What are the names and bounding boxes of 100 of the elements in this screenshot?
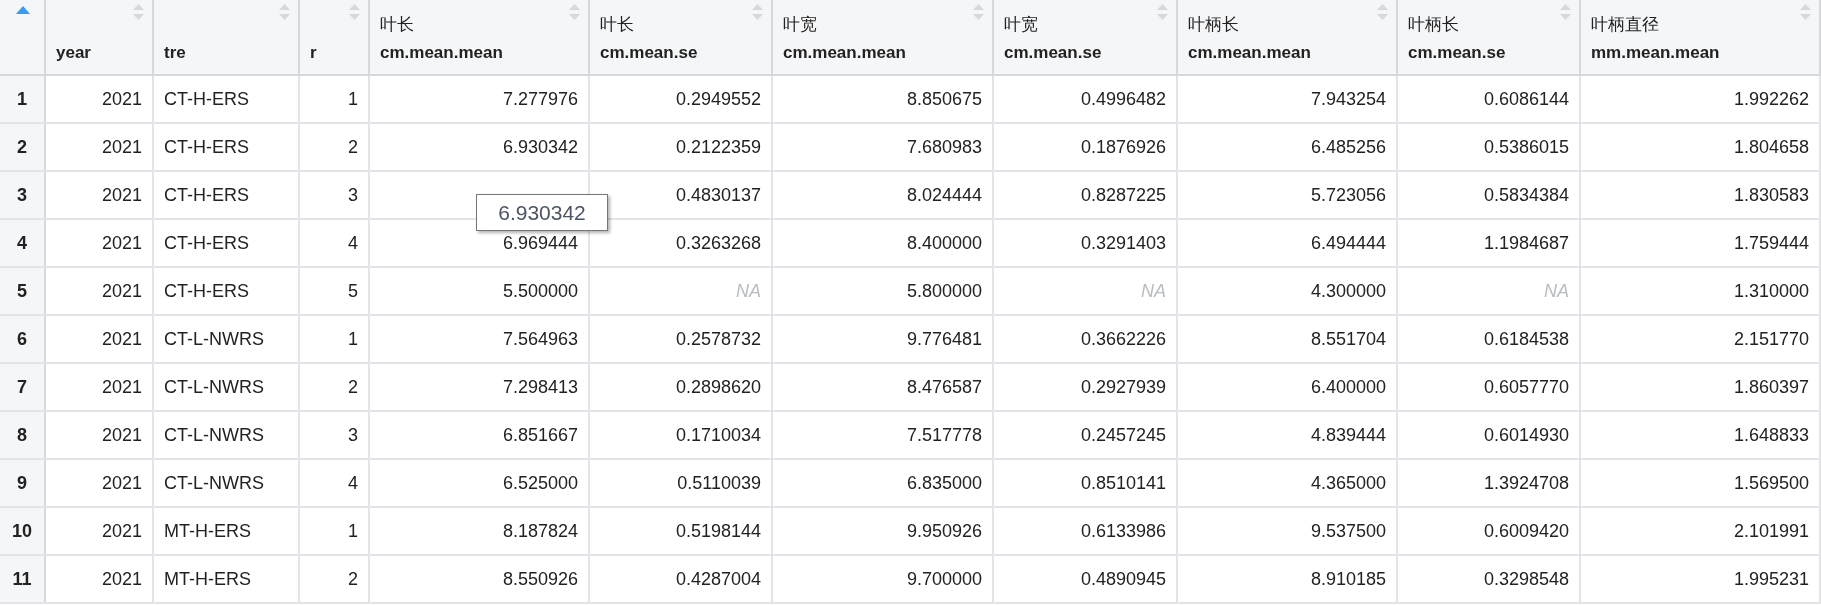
sort-icon[interactable]	[752, 4, 763, 20]
table-cell-text: 6.851667	[502, 423, 578, 447]
column-header[interactable]: tre	[154, 0, 300, 74]
table-cell-text: 0.8287225	[1080, 183, 1166, 207]
column-label: cm.mean.se	[1004, 42, 1102, 64]
table-cell-text: CT-H-ERS	[164, 135, 249, 159]
column-label: cm.mean.se	[1408, 42, 1506, 64]
sort-icon[interactable]	[1157, 4, 1168, 20]
column-label: year	[56, 42, 91, 64]
table-cell-text: 2021	[101, 423, 142, 447]
table-cell-text: 1.1984687	[1483, 231, 1569, 255]
table-cell-text: 0.5386015	[1483, 135, 1569, 159]
table-cell-text: 2.101991	[1733, 519, 1809, 543]
row-number: 6	[17, 327, 27, 351]
table-cell-text: 8.550926	[502, 567, 578, 591]
column-title: 叶柄直径	[1591, 13, 1659, 36]
table-cell-text: 2021	[101, 375, 142, 399]
table-cell-text: 0.5110039	[677, 471, 761, 495]
table-cell-text: 7.680983	[906, 135, 982, 159]
table-cell-text: 2021	[101, 87, 142, 111]
table-cell-text: 0.3263268	[675, 231, 761, 255]
column-label: cm.mean.se	[600, 42, 698, 64]
table-cell-text: 6.930342	[502, 135, 578, 159]
column-title: 叶长	[600, 13, 634, 36]
sort-icon[interactable]	[973, 4, 984, 20]
table-cell-text: 7.298413	[502, 375, 578, 399]
sort-icon[interactable]	[569, 4, 580, 20]
row-number: 5	[17, 279, 27, 303]
table-cell-text: 8.400000	[906, 231, 982, 255]
column-title: 叶宽	[783, 13, 817, 36]
table-cell-text: 0.2927939	[1080, 375, 1166, 399]
row-number: 11	[12, 567, 32, 591]
column-title: 叶柄长	[1408, 13, 1459, 36]
table-cell-text: 2021	[101, 135, 142, 159]
column-title: 叶宽	[1004, 13, 1038, 36]
column-header[interactable]: 叶宽 cm.mean.mean	[773, 0, 994, 74]
table-cell-text: 5.800000	[906, 279, 982, 303]
sort-icon[interactable]	[349, 4, 360, 20]
column-header[interactable]: 叶柄长 cm.mean.mean	[1178, 0, 1398, 74]
table-cell-text: 7.517778	[906, 423, 982, 447]
table-cell-text: 2021	[101, 471, 142, 495]
table-cell-text: 0.3662226	[1080, 327, 1166, 351]
table-cell-text: 0.1876926	[1080, 135, 1166, 159]
table-cell-text: 8.850675	[906, 87, 982, 111]
table-cell-text: 1	[348, 519, 358, 543]
table-cell-text: 2	[348, 135, 358, 159]
table-cell-text: 1.860397	[1733, 375, 1809, 399]
table-cell-text: 2021	[101, 327, 142, 351]
table-cell-text: MT-H-ERS	[164, 519, 251, 543]
column-header[interactable]: 叶长 cm.mean.se	[590, 0, 773, 74]
table-cell-text: 9.700000	[906, 567, 982, 591]
sort-icon[interactable]	[1800, 4, 1811, 20]
row-number: 10	[12, 519, 32, 543]
table-cell-text: CT-L-NWRS	[164, 423, 264, 447]
sort-icon[interactable]	[133, 4, 144, 20]
row-number: 7	[17, 375, 27, 399]
table-cell-text: 7.564963	[502, 327, 578, 351]
table-cell-text: 0.8510141	[1080, 471, 1166, 495]
sort-ascending-icon[interactable]	[16, 6, 30, 14]
table-cell-text: 8.551704	[1310, 327, 1386, 351]
sort-icon[interactable]	[1560, 4, 1571, 20]
row-number: 8	[17, 423, 27, 447]
table-cell-text: 0.2457245	[1080, 423, 1166, 447]
column-header[interactable]: 叶宽 cm.mean.se	[994, 0, 1178, 74]
table-cell-text: 1.995231	[1733, 567, 1809, 591]
table-cell-text: 1.569500	[1733, 471, 1809, 495]
sort-icon[interactable]	[1377, 4, 1388, 20]
table-cell-text: 2	[348, 375, 358, 399]
table-cell-text: 1	[348, 87, 358, 111]
table-cell-text: 9.776481	[906, 327, 982, 351]
column-label: tre	[164, 42, 186, 64]
column-header[interactable]: 叶柄直径 mm.mean.mean	[1581, 0, 1821, 74]
column-label: cm.mean.mean	[783, 42, 906, 64]
column-header[interactable]: 叶长 cm.mean.mean	[370, 0, 590, 74]
table-cell-text: 0.1710034	[675, 423, 761, 447]
table-cell-text: 1.648833	[1733, 423, 1809, 447]
table-cell-text: 2	[348, 567, 358, 591]
table-cell-text: 2021	[101, 279, 142, 303]
row-number: 2	[17, 135, 27, 159]
column-title: 叶柄长	[1188, 13, 1239, 36]
table-cell-text: 1.804658	[1733, 135, 1809, 159]
table-cell-text: 0.4830137	[675, 183, 761, 207]
table-cell-text: 8.476587	[906, 375, 982, 399]
table-cell-text: 0.4890945	[1080, 567, 1166, 591]
table-cell-text: 9.537500	[1310, 519, 1386, 543]
table-cell-text: 1.3924708	[1483, 471, 1569, 495]
table-cell-text: 4.300000	[1310, 279, 1386, 303]
table-cell-text: 0.6184538	[1483, 327, 1569, 351]
table-cell-text: 9.950926	[906, 519, 982, 543]
sort-icon[interactable]	[279, 4, 290, 20]
table-cell-text: 7.943254	[1310, 87, 1386, 111]
table-cell-text: 6.835000	[906, 471, 982, 495]
column-header[interactable]: year	[46, 0, 154, 74]
table-cell-text: 0.6086144	[1483, 87, 1569, 111]
table-cell-text: CT-L-NWRS	[164, 471, 264, 495]
row-number: 3	[17, 183, 27, 207]
column-header[interactable]: 叶柄长 cm.mean.se	[1398, 0, 1581, 74]
table-cell-text: CT-H-ERS	[164, 279, 249, 303]
column-header[interactable]: r	[300, 0, 370, 74]
table-cell-text: 0.6133986	[1080, 519, 1166, 543]
